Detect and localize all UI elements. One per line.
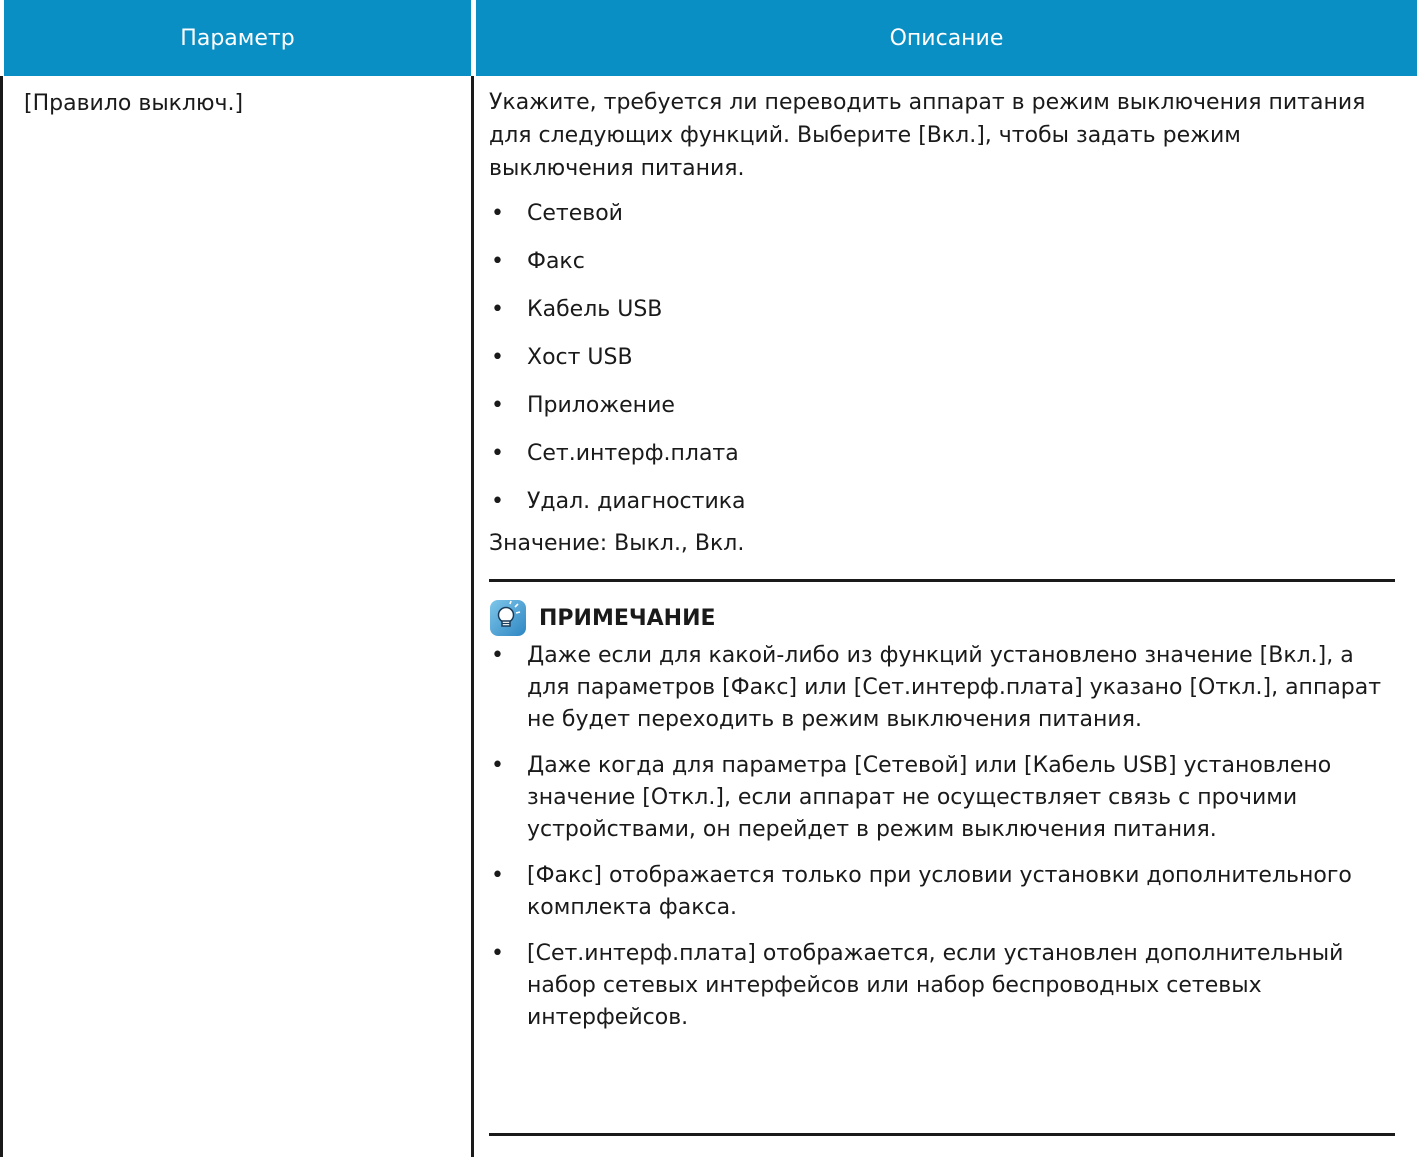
bullet-icon: • [491,863,504,888]
table-left-border [0,76,3,1157]
feature-label: Сетевой [527,201,623,226]
note-bottom-rule [489,1133,1395,1136]
feature-list-item: • Факс [489,245,1389,278]
description-cell: Укажите, требуется ли переводить аппарат… [489,86,1389,560]
note-list-item: • Даже когда для параметра [Сетевой] или … [489,750,1395,846]
feature-label: Удал. диагностика [527,489,746,514]
feature-list-item: • Сет.интерф.плата [489,437,1389,470]
note-list: • Даже если для какой-либо из функций уст… [489,640,1395,1048]
feature-label: Факс [527,249,585,274]
feature-label: Приложение [527,393,675,418]
parameter-name: [Правило выключ.] [24,91,244,116]
feature-list: • Сетевой • Факс • Кабель USB • Хост USB • Пр… [489,197,1389,518]
note-list-item: • [Сет.интерф.плата] отображается, если у… [489,938,1395,1034]
feature-list-item: • Удал. диагностика [489,485,1389,518]
note-top-rule [489,579,1395,582]
note-text: [Факс] отображается только при условии у… [527,863,1352,920]
bullet-icon: • [491,249,504,274]
bullet-icon: • [491,643,504,668]
bullet-icon: • [491,941,504,966]
bullet-icon: • [491,345,504,370]
feature-label: Сет.интерф.плата [527,441,739,466]
note-list-item: • [Факс] отображается только при условии … [489,860,1395,924]
bullet-icon: • [491,753,504,778]
note-heading: ПРИМЕЧАНИЕ [489,599,716,637]
note-text: [Сет.интерф.плата] отображается, если ус… [527,941,1344,1030]
value-options: Значение: Выкл., Вкл. [489,531,745,556]
bullet-icon: • [491,201,504,226]
bullet-icon: • [491,489,504,514]
column-divider [471,76,474,1157]
feature-label: Хост USB [527,345,633,370]
feature-label: Кабель USB [527,297,663,322]
feature-list-item: • Кабель USB [489,293,1389,326]
feature-list-item: • Хост USB [489,341,1389,374]
column-header-parameter: Параметр [4,0,471,76]
settings-table: Параметр Описание [Правило выключ.] Укаж… [0,0,1417,1157]
feature-list-item: • Сетевой [489,197,1389,230]
column-header-description: Описание [476,0,1417,76]
note-list-item: • Даже если для какой-либо из функций уст… [489,640,1395,736]
note-lightbulb-icon [489,599,527,637]
description-intro: Укажите, требуется ли переводить аппарат… [489,90,1366,181]
note-title: ПРИМЕЧАНИЕ [539,605,716,631]
bullet-icon: • [491,441,504,466]
note-text: Даже если для какой-либо из функций уста… [527,643,1382,732]
note-text: Даже когда для параметра [Сетевой] или [… [527,753,1332,842]
bullet-icon: • [491,393,504,418]
bullet-icon: • [491,297,504,322]
feature-list-item: • Приложение [489,389,1389,422]
